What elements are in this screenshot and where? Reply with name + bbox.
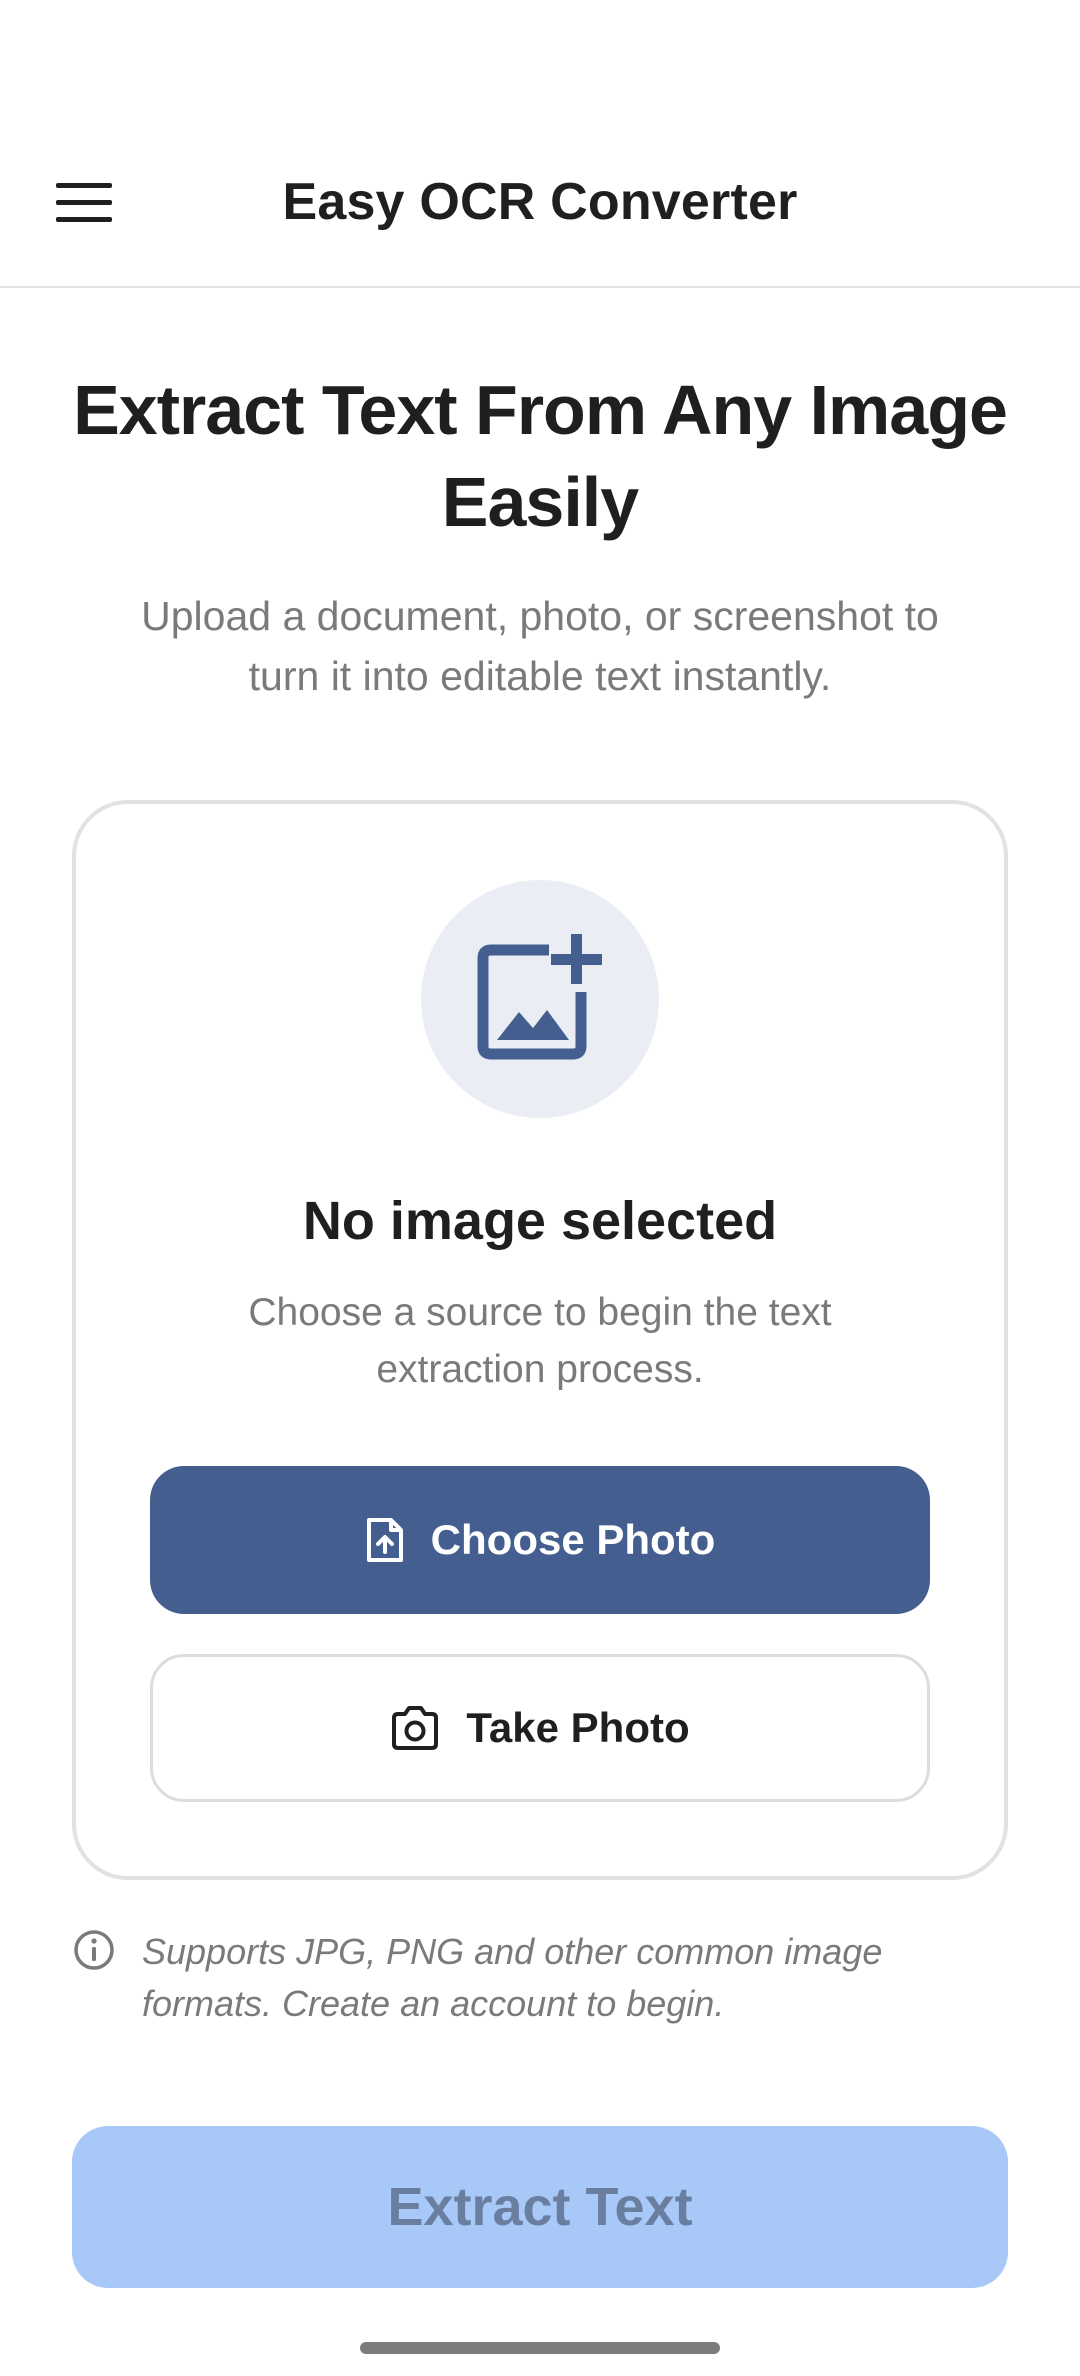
choose-photo-label: Choose Photo [430,1516,716,1563]
supported-formats-text: Supports JPG, PNG and other common image… [142,1931,883,2024]
add-image-icon [475,932,605,1067]
no-image-title: No image selected [302,1191,778,1251]
upload-card: No image selected Choose a source to beg… [72,800,1008,1880]
no-image-subtitle: Choose a source to begin the text extrac… [248,1291,832,1391]
camera-icon [390,1706,440,1750]
home-indicator[interactable] [360,2342,720,2354]
image-placeholder [421,880,659,1118]
file-upload-icon [365,1516,405,1564]
hero-subtitle: Upload a document, photo, or screenshot … [141,593,939,699]
hero-title: Extract Text From Any Image Easily [73,371,1008,541]
choose-photo-button[interactable]: Choose Photo [150,1466,930,1614]
info-icon [72,1928,120,1976]
take-photo-label: Take Photo [466,1704,690,1751]
app-header: Easy OCR Converter [0,0,1080,288]
supported-formats-note: Supports JPG, PNG and other common image… [72,1926,1008,2030]
extract-text-button[interactable]: Extract Text [72,2126,1008,2288]
extract-text-label: Extract Text [387,2177,693,2237]
take-photo-button[interactable]: Take Photo [150,1654,930,1802]
app-title: Easy OCR Converter [282,173,798,231]
